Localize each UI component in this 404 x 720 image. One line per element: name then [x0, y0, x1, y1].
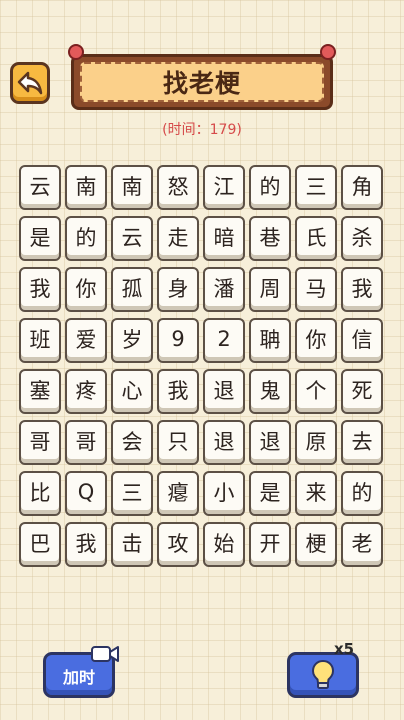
grid-cell[interactable]: 9	[157, 318, 199, 363]
character-grid: 云南南怒江的三角是的云走暗巷氏杀我你孤身潘周马我班爱岁92聃你信塞疼心我退鬼个死…	[19, 165, 385, 567]
back-button[interactable]	[10, 62, 50, 104]
grid-cell[interactable]: 我	[341, 267, 383, 312]
grid-cell[interactable]: 你	[65, 267, 107, 312]
grid-cell[interactable]: 梗	[295, 522, 337, 567]
grid-cell[interactable]: 爱	[65, 318, 107, 363]
grid-cell[interactable]: 原	[295, 420, 337, 465]
grid-cell[interactable]: 鬼	[249, 369, 291, 414]
grid-cell[interactable]: 周	[249, 267, 291, 312]
grid-cell[interactable]: 退	[249, 420, 291, 465]
grid-cell[interactable]: 个	[295, 369, 337, 414]
grid-cell[interactable]: 是	[19, 216, 61, 261]
grid-cell[interactable]: 南	[65, 165, 107, 210]
grid-cell[interactable]: 身	[157, 267, 199, 312]
grid-cell[interactable]: 怒	[157, 165, 199, 210]
grid-cell[interactable]: 来	[295, 471, 337, 516]
grid-cell[interactable]: 击	[111, 522, 153, 567]
grid-cell[interactable]: 信	[341, 318, 383, 363]
grid-cell[interactable]: 我	[19, 267, 61, 312]
grid-cell[interactable]: 瘪	[157, 471, 199, 516]
grid-cell[interactable]: 角	[341, 165, 383, 210]
grid-cell[interactable]: 的	[341, 471, 383, 516]
hint-button[interactable]	[287, 652, 359, 698]
grid-cell[interactable]: 去	[341, 420, 383, 465]
grid-cell[interactable]: 江	[203, 165, 245, 210]
grid-cell[interactable]: 杀	[341, 216, 383, 261]
grid-cell[interactable]: 三	[111, 471, 153, 516]
title-banner: 找老梗	[68, 44, 336, 114]
grid-cell[interactable]: 小	[203, 471, 245, 516]
hint-count: x5	[334, 640, 355, 658]
grid-cell[interactable]: 2	[203, 318, 245, 363]
grid-cell[interactable]: 南	[111, 165, 153, 210]
pin-right-icon	[320, 44, 336, 60]
grid-cell[interactable]: 始	[203, 522, 245, 567]
title-inner: 找老梗	[80, 62, 324, 102]
grid-cell[interactable]: Q	[65, 471, 107, 516]
grid-cell[interactable]: 疼	[65, 369, 107, 414]
grid-cell[interactable]: 三	[295, 165, 337, 210]
grid-cell[interactable]: 聃	[249, 318, 291, 363]
grid-cell[interactable]: 心	[111, 369, 153, 414]
grid-cell[interactable]: 潘	[203, 267, 245, 312]
grid-cell[interactable]: 会	[111, 420, 153, 465]
grid-cell[interactable]: 云	[111, 216, 153, 261]
add-time-label: 加时	[62, 668, 95, 687]
grid-cell[interactable]: 退	[203, 369, 245, 414]
grid-cell[interactable]: 攻	[157, 522, 199, 567]
pin-left-icon	[68, 44, 84, 60]
title-board: 找老梗	[71, 54, 333, 110]
grid-cell[interactable]: 走	[157, 216, 199, 261]
grid-cell[interactable]: 你	[295, 318, 337, 363]
lightbulb-icon	[311, 659, 335, 689]
grid-cell[interactable]: 哥	[19, 420, 61, 465]
grid-cell[interactable]: 云	[19, 165, 61, 210]
grid-cell[interactable]: 只	[157, 420, 199, 465]
timer-text: (时间：179)	[162, 122, 242, 138]
grid-cell[interactable]: 退	[203, 420, 245, 465]
page-title: 找老梗	[162, 69, 241, 98]
grid-cell[interactable]: 塞	[19, 369, 61, 414]
grid-cell[interactable]: 比	[19, 471, 61, 516]
grid-cell[interactable]: 马	[295, 267, 337, 312]
grid-cell[interactable]: 开	[249, 522, 291, 567]
grid-cell[interactable]: 哥	[65, 420, 107, 465]
grid-cell[interactable]: 死	[341, 369, 383, 414]
grid-cell[interactable]: 岁	[111, 318, 153, 363]
back-arrow-icon	[17, 71, 43, 95]
grid-cell[interactable]: 巷	[249, 216, 291, 261]
grid-cell[interactable]: 孤	[111, 267, 153, 312]
grid-cell[interactable]: 的	[65, 216, 107, 261]
grid-cell[interactable]: 老	[341, 522, 383, 567]
grid-cell[interactable]: 巴	[19, 522, 61, 567]
grid-cell[interactable]: 我	[157, 369, 199, 414]
grid-cell[interactable]: 氏	[295, 216, 337, 261]
add-time-button[interactable]: 加时	[43, 646, 119, 698]
grid-cell[interactable]: 我	[65, 522, 107, 567]
grid-cell[interactable]: 的	[249, 165, 291, 210]
grid-cell[interactable]: 是	[249, 471, 291, 516]
grid-cell[interactable]: 暗	[203, 216, 245, 261]
grid-cell[interactable]: 班	[19, 318, 61, 363]
video-camera-icon	[91, 646, 119, 662]
